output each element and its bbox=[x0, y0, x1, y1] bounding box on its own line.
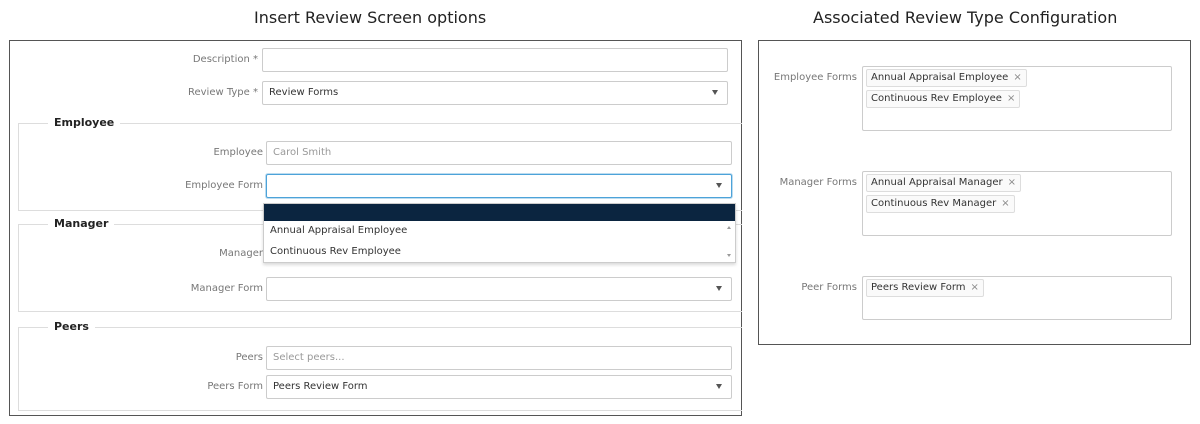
review-type-select[interactable]: Review Forms bbox=[262, 81, 728, 105]
employee-legend: Employee bbox=[48, 116, 121, 130]
employee-input[interactable]: Carol Smith bbox=[266, 141, 732, 165]
employee-form-dropdown: Annual Appraisal Employee Continuous Rev… bbox=[263, 203, 736, 263]
scroll-down-icon[interactable] bbox=[727, 254, 731, 257]
remove-tag-icon[interactable]: × bbox=[1001, 198, 1009, 209]
dropdown-option[interactable]: Annual Appraisal Employee bbox=[270, 225, 407, 236]
manager-legend: Manager bbox=[48, 217, 115, 231]
peers-form-value: Peers Review Form bbox=[273, 381, 368, 392]
tag-label: Continuous Rev Employee bbox=[871, 93, 1002, 104]
manager-form-select[interactable] bbox=[266, 277, 732, 301]
remove-tag-icon[interactable]: × bbox=[1013, 72, 1021, 83]
chevron-down-icon bbox=[712, 90, 718, 95]
description-input[interactable] bbox=[262, 48, 728, 72]
tag: Continuous Rev Employee × bbox=[866, 90, 1021, 108]
chevron-down-icon bbox=[716, 384, 722, 389]
description-label: Description * bbox=[192, 54, 258, 65]
tag: Continuous Rev Manager × bbox=[866, 195, 1015, 213]
employee-label: Employee bbox=[213, 147, 263, 158]
tag-label: Continuous Rev Manager bbox=[871, 198, 997, 209]
remove-tag-icon[interactable]: × bbox=[1007, 93, 1015, 104]
scroll-up-icon[interactable] bbox=[727, 226, 731, 229]
chevron-down-icon bbox=[716, 286, 722, 291]
chevron-down-icon bbox=[716, 183, 722, 188]
tag: Annual Appraisal Employee × bbox=[866, 69, 1027, 87]
manager-label: Manager bbox=[219, 248, 263, 259]
peers-legend: Peers bbox=[48, 320, 95, 334]
manager-form-label: Manager Form bbox=[190, 283, 263, 294]
tag-label: Peers Review Form bbox=[871, 282, 966, 293]
manager-forms-tagbox[interactable]: Annual Appraisal Manager × Continuous Rev… bbox=[862, 171, 1172, 236]
peer-forms-label: Peer Forms bbox=[801, 282, 857, 293]
employee-forms-tagbox[interactable]: Annual Appraisal Employee × Continuous Re… bbox=[862, 66, 1172, 131]
insert-review-panel: Description * Review Type * Review Forms… bbox=[9, 40, 742, 416]
dropdown-option[interactable]: Continuous Rev Employee bbox=[270, 246, 401, 257]
review-type-label: Review Type * bbox=[187, 87, 258, 98]
employee-form-select[interactable] bbox=[266, 174, 732, 198]
peers-form-select[interactable]: Peers Review Form bbox=[266, 375, 732, 399]
employee-forms-label: Employee Forms bbox=[773, 72, 857, 83]
peer-forms-tagbox[interactable]: Peers Review Form × bbox=[862, 276, 1172, 320]
peers-input[interactable]: Select peers... bbox=[266, 346, 732, 370]
manager-forms-label: Manager Forms bbox=[779, 177, 857, 188]
tag-label: Annual Appraisal Employee bbox=[871, 72, 1009, 83]
review-type-config-panel: Employee Forms Annual Appraisal Employee… bbox=[758, 40, 1191, 345]
review-type-value: Review Forms bbox=[269, 87, 339, 98]
review-type-config-heading: Associated Review Type Configuration bbox=[813, 8, 1118, 27]
peers-form-label: Peers Form bbox=[207, 381, 263, 392]
tag-label: Annual Appraisal Manager bbox=[871, 177, 1003, 188]
employee-form-label: Employee Form bbox=[185, 180, 263, 191]
peers-label: Peers bbox=[235, 352, 263, 363]
tag: Annual Appraisal Manager × bbox=[866, 174, 1022, 192]
insert-screen-heading: Insert Review Screen options bbox=[254, 8, 487, 27]
remove-tag-icon[interactable]: × bbox=[1008, 177, 1016, 188]
remove-tag-icon[interactable]: × bbox=[971, 282, 979, 293]
dropdown-highlighted-option[interactable] bbox=[264, 204, 735, 221]
tag: Peers Review Form × bbox=[866, 279, 984, 297]
